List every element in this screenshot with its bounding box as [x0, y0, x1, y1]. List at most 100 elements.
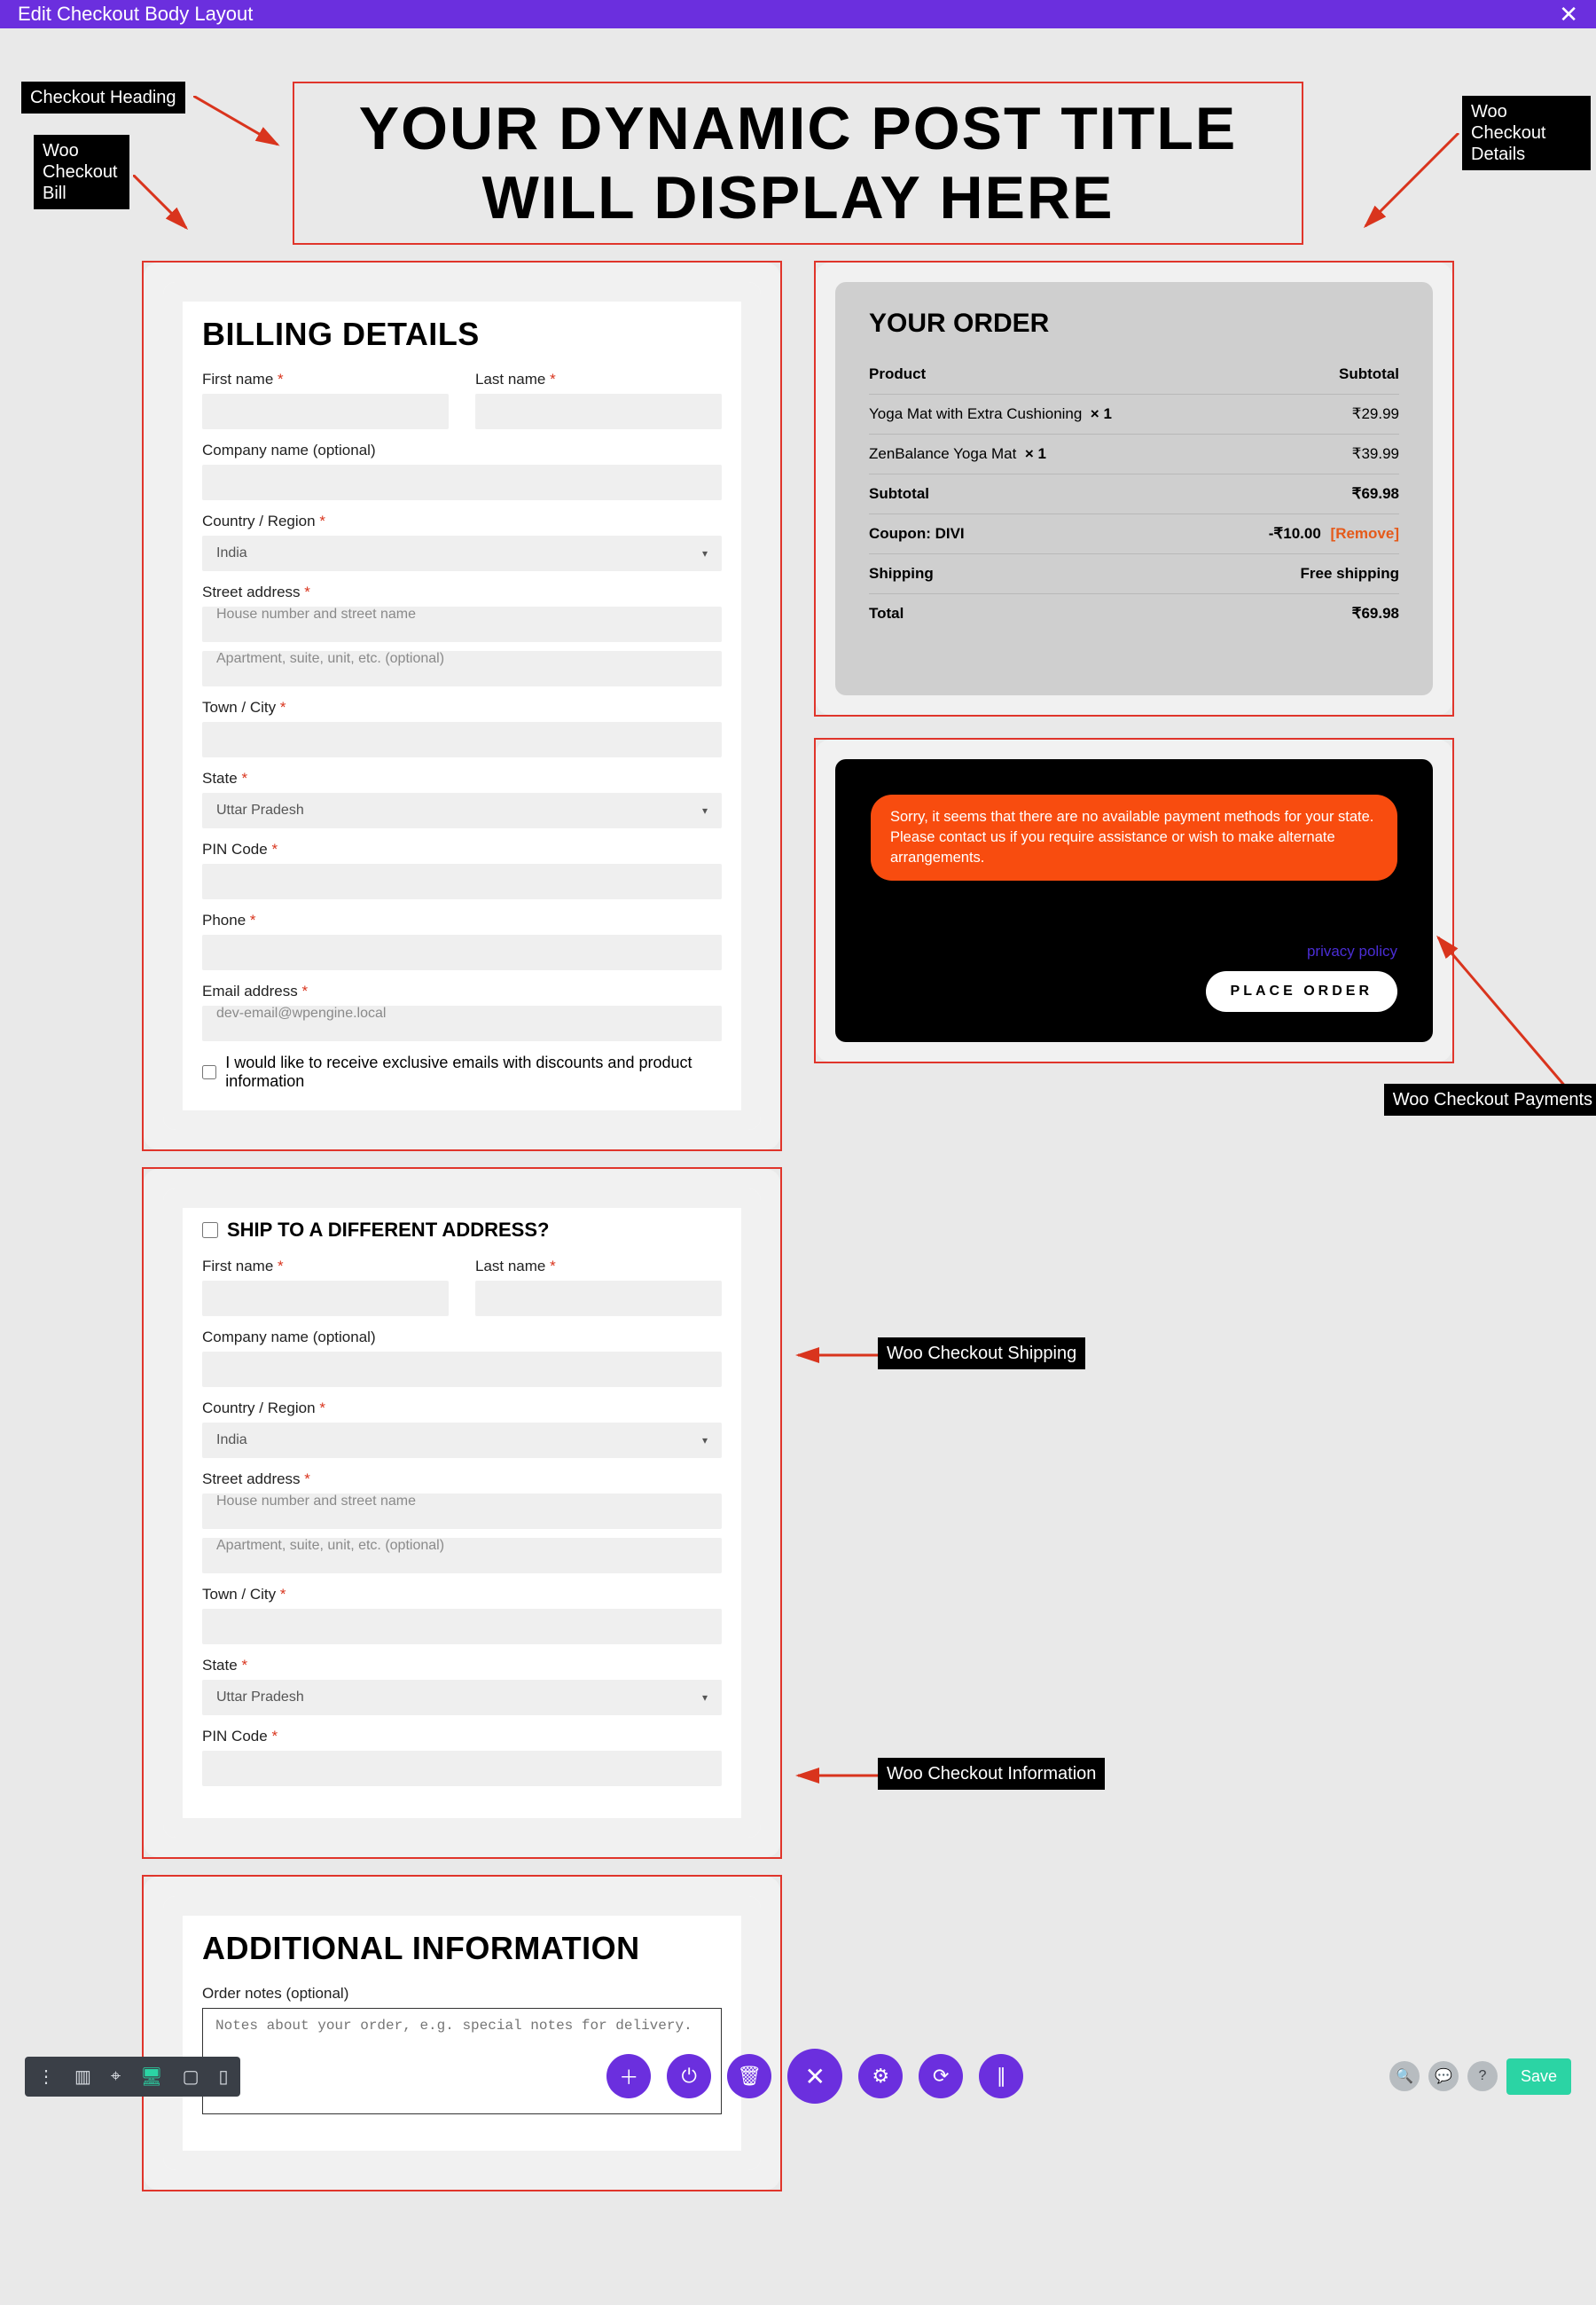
close-builder-button[interactable]: ✕ [787, 2049, 842, 2104]
ship-city-input[interactable] [202, 1609, 722, 1644]
marketing-optin-checkbox[interactable] [202, 1064, 216, 1080]
builder-bottom-toolbar: ⋮ ▥ ⌖ 🖥 ▢ ▯ ＋ ⏻ 🗑 ✕ ⚙ ⟳ ∥ 🔍 💬 ? Save [0, 2045, 1596, 2116]
module-checkout-heading[interactable]: Your Dynamic Post Title Will Display Her… [293, 82, 1303, 245]
order-coupon-value: -₹10.00 [Remove] [1269, 525, 1399, 543]
marketing-optin-label: I would like to receive exclusive emails… [225, 1054, 722, 1091]
drag-handle-icon[interactable]: ⋮ [37, 2066, 55, 2088]
billing-title: Billing Details [202, 316, 722, 353]
arrow-icon [794, 1767, 882, 1784]
arrow-icon [193, 96, 291, 158]
first-name-input[interactable] [202, 394, 449, 429]
viewport-toolbar: ⋮ ▥ ⌖ 🖥 ▢ ▯ [25, 2057, 240, 2097]
order-shipping-label: Shipping [869, 565, 934, 583]
label-ship-street: Street address * [202, 1470, 722, 1488]
settings-button[interactable]: ⚙ [858, 2054, 903, 2098]
ship-street1-input[interactable]: House number and street name [202, 1494, 722, 1529]
help-icon[interactable]: ? [1467, 2061, 1498, 2091]
phone-input[interactable] [202, 935, 722, 970]
order-coupon-label: Coupon: DIVI [869, 525, 965, 543]
country-value: India [216, 545, 247, 561]
label-email: Email address * [202, 983, 722, 1000]
tablet-view-icon[interactable]: ▢ [183, 2066, 200, 2088]
label-ship-first-name: First name * [202, 1258, 449, 1275]
state-value: Uttar Pradesh [216, 803, 304, 819]
chat-icon[interactable]: 💬 [1428, 2061, 1459, 2091]
history-button[interactable]: ⟳ [919, 2054, 963, 2098]
module-woo-checkout-information[interactable]: Additional Information Order notes (opti… [142, 1875, 782, 2191]
wireframe-view-icon[interactable]: ▥ [74, 2066, 91, 2088]
chevron-down-icon: ▾ [702, 547, 708, 560]
zoom-icon[interactable]: ⌖ [111, 2066, 121, 2087]
titlebar: Edit Checkout Body Layout ✕ [0, 0, 1596, 28]
ship-country-select[interactable]: India ▾ [202, 1423, 722, 1458]
chevron-down-icon: ▾ [702, 804, 708, 817]
payment-notice: Sorry, it seems that there are no availa… [871, 795, 1397, 881]
pin-input[interactable] [202, 864, 722, 899]
label-ship-city: Town / City * [202, 1586, 722, 1603]
arrow-icon [1357, 133, 1463, 239]
annotation-woo-payments: Woo Checkout Payments [1384, 1084, 1596, 1116]
arrow-icon [133, 175, 204, 246]
city-input[interactable] [202, 722, 722, 757]
chevron-down-icon: ▾ [702, 1691, 708, 1704]
order-subtotal-label: Subtotal [869, 485, 929, 503]
ship-state-select[interactable]: Uttar Pradesh ▾ [202, 1680, 722, 1715]
order-item-price: ₹39.99 [1352, 445, 1399, 463]
order-subtotal-value: ₹69.98 [1352, 485, 1399, 503]
ship-state-value: Uttar Pradesh [216, 1690, 304, 1705]
label-ship-last-name: Last name * [475, 1258, 722, 1275]
place-order-button[interactable]: PLACE ORDER [1206, 971, 1397, 1012]
label-city: Town / City * [202, 699, 722, 717]
module-woo-checkout-shipping[interactable]: Ship to a different address? First name … [142, 1167, 782, 1859]
annotation-woo-bill: Woo Checkout Bill [34, 135, 129, 209]
additional-info-title: Additional Information [202, 1930, 722, 1967]
builder-canvas: Checkout Heading Woo Checkout Bill Woo C… [0, 28, 1596, 2305]
ship-pin-input[interactable] [202, 1751, 722, 1786]
order-item-name: Yoga Mat with Extra Cushioning × 1 [869, 405, 1112, 423]
ship-different-checkbox[interactable] [202, 1222, 218, 1238]
ship-street2-input[interactable]: Apartment, suite, unit, etc. (optional) [202, 1538, 722, 1573]
module-woo-checkout-bill[interactable]: Billing Details First name * Last name * [142, 261, 782, 1151]
close-icon[interactable]: ✕ [1559, 1, 1578, 28]
titlebar-title: Edit Checkout Body Layout [18, 3, 253, 26]
last-name-input[interactable] [475, 394, 722, 429]
coupon-remove-link[interactable]: [Remove] [1331, 525, 1399, 542]
trash-button[interactable]: 🗑 [727, 2054, 771, 2098]
annotation-woo-shipping: Woo Checkout Shipping [878, 1337, 1085, 1369]
phone-view-icon[interactable]: ▯ [218, 2066, 228, 2088]
desktop-view-icon[interactable]: 🖥 [140, 2066, 162, 2088]
company-input[interactable] [202, 465, 722, 500]
street2-input[interactable]: Apartment, suite, unit, etc. (optional) [202, 651, 722, 686]
ship-last-name-input[interactable] [475, 1281, 722, 1316]
label-pin: PIN Code * [202, 841, 722, 858]
label-company: Company name (optional) [202, 442, 722, 459]
state-select[interactable]: Uttar Pradesh ▾ [202, 793, 722, 828]
center-actions: ＋ ⏻ 🗑 ✕ ⚙ ⟳ ∥ [606, 2049, 1023, 2104]
label-first-name: First name * [202, 371, 449, 388]
search-icon[interactable]: 🔍 [1389, 2061, 1420, 2091]
privacy-policy-link[interactable]: privacy policy [871, 943, 1397, 960]
ship-company-input[interactable] [202, 1352, 722, 1387]
chevron-down-icon: ▾ [702, 1434, 708, 1447]
street1-input[interactable]: House number and street name [202, 607, 722, 642]
arrow-icon [1429, 933, 1571, 1093]
annotation-woo-details: Woo Checkout Details [1462, 96, 1591, 170]
country-select[interactable]: India ▾ [202, 536, 722, 571]
sliders-button[interactable]: ∥ [979, 2054, 1023, 2098]
email-input[interactable]: dev-email@wpengine.local [202, 1006, 722, 1041]
right-actions: 🔍 💬 ? Save [1389, 2058, 1571, 2095]
ship-country-value: India [216, 1432, 247, 1448]
label-state: State * [202, 770, 722, 788]
module-woo-checkout-details[interactable]: Your order Product Subtotal Yoga Mat wit… [814, 261, 1454, 717]
label-order-notes: Order notes (optional) [202, 1985, 722, 2003]
order-shipping-value: Free shipping [1301, 565, 1399, 583]
module-woo-checkout-payments[interactable]: Sorry, it seems that there are no availa… [814, 738, 1454, 1063]
order-item-name: ZenBalance Yoga Mat × 1 [869, 445, 1046, 463]
add-button[interactable]: ＋ [606, 2054, 651, 2098]
ship-first-name-input[interactable] [202, 1281, 449, 1316]
power-button[interactable]: ⏻ [667, 2054, 711, 2098]
label-ship-company: Company name (optional) [202, 1329, 722, 1346]
label-ship-state: State * [202, 1657, 722, 1674]
order-head-product: Product [869, 365, 926, 383]
save-button[interactable]: Save [1506, 2058, 1571, 2095]
